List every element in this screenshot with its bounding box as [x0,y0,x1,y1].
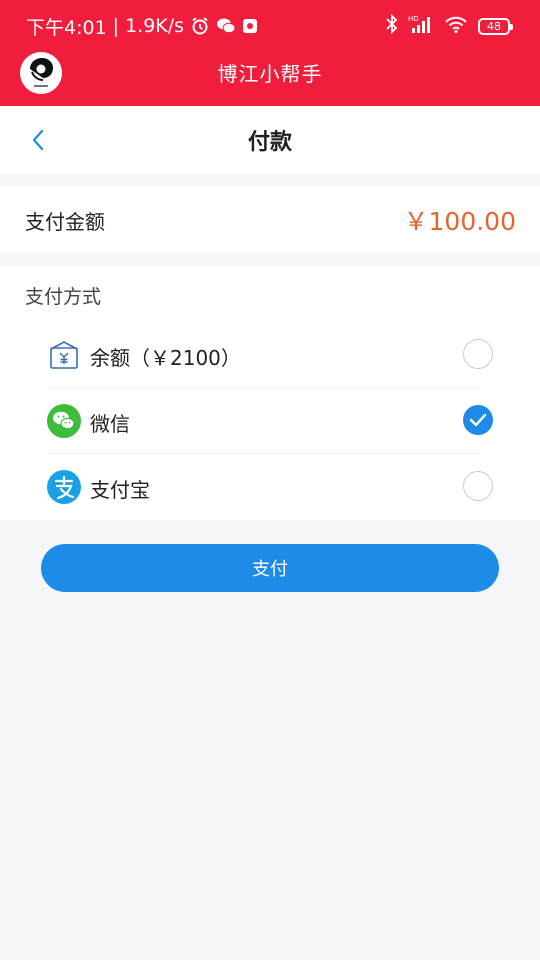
status-time: 下午4:01 [26,16,107,39]
status-separator: | [112,15,120,37]
radio-balance[interactable] [463,339,493,369]
check-icon [469,413,487,427]
wechat-notify-icon [216,17,236,35]
status-bar-right: HD 48 [386,12,513,40]
method-wechat[interactable]: 微信 [47,387,493,454]
payment-methods-section: 支付方式 余额（￥2100） 微信 支付宝 [0,266,540,520]
method-alipay-label: 支付宝 [90,478,150,502]
radio-wechat[interactable] [463,405,493,435]
signal-icon: HD [408,14,434,38]
status-bar-left: 下午4:01 | 1.9K/s [26,12,258,40]
wifi-icon [444,14,468,38]
status-net-speed: 1.9K/s [125,15,185,37]
amount-section: 支付金额 ￥100.00 [0,186,540,252]
app-header: 下午4:01 | 1.9K/s HD 48 博江小帮手 [0,0,540,106]
method-alipay[interactable]: 支付宝 [47,453,493,519]
method-wechat-label: 微信 [90,412,130,436]
wallet-icon [47,338,81,372]
svg-text:HD: HD [408,15,419,23]
page-title: 付款 [247,130,292,155]
alarm-icon [190,16,210,36]
amount-value: ￥100.00 [403,207,516,236]
wechat-icon [47,404,81,438]
battery-icon: 48 [478,17,513,35]
bluetooth-icon [386,13,398,38]
app-title: 博江小帮手 [217,62,323,86]
method-balance[interactable]: 余额（￥2100） [47,321,493,388]
app-notify-icon [242,18,258,34]
amount-label: 支付金额 [25,210,105,234]
pay-button[interactable]: 支付 [41,544,499,592]
nav-bar: 付款 [0,106,540,174]
alipay-icon [47,470,81,504]
radio-alipay[interactable] [463,471,493,501]
payment-methods-title: 支付方式 [25,286,102,308]
method-balance-label: 余额（￥2100） [90,346,241,370]
